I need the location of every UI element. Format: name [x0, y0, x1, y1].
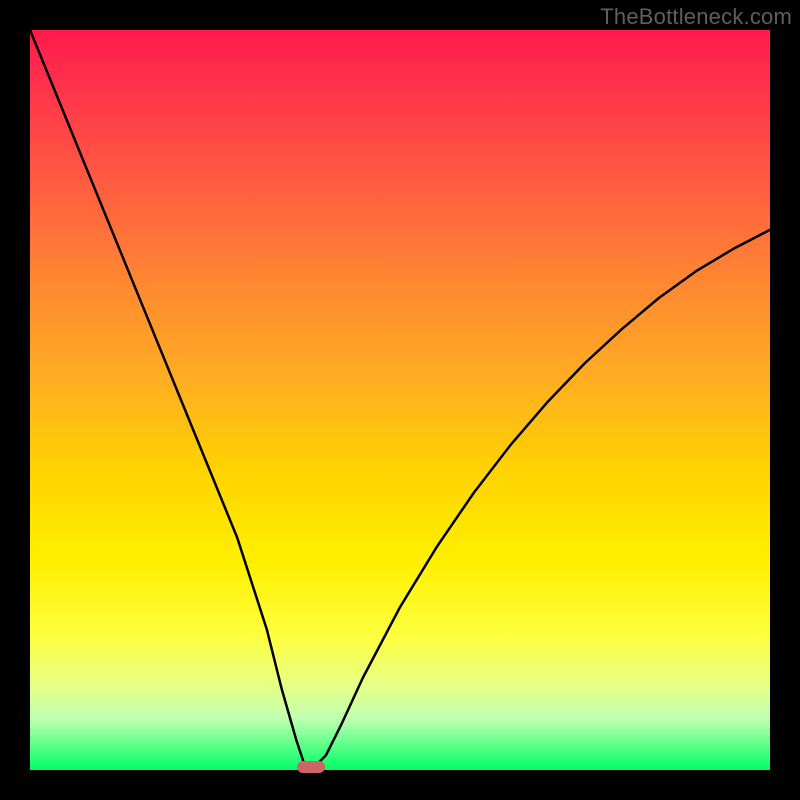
- plot-area: [30, 30, 770, 770]
- bottleneck-point-marker: [297, 761, 325, 773]
- watermark-text: TheBottleneck.com: [600, 4, 792, 30]
- chart-frame: TheBottleneck.com: [0, 0, 800, 800]
- bottleneck-curve: [30, 30, 770, 770]
